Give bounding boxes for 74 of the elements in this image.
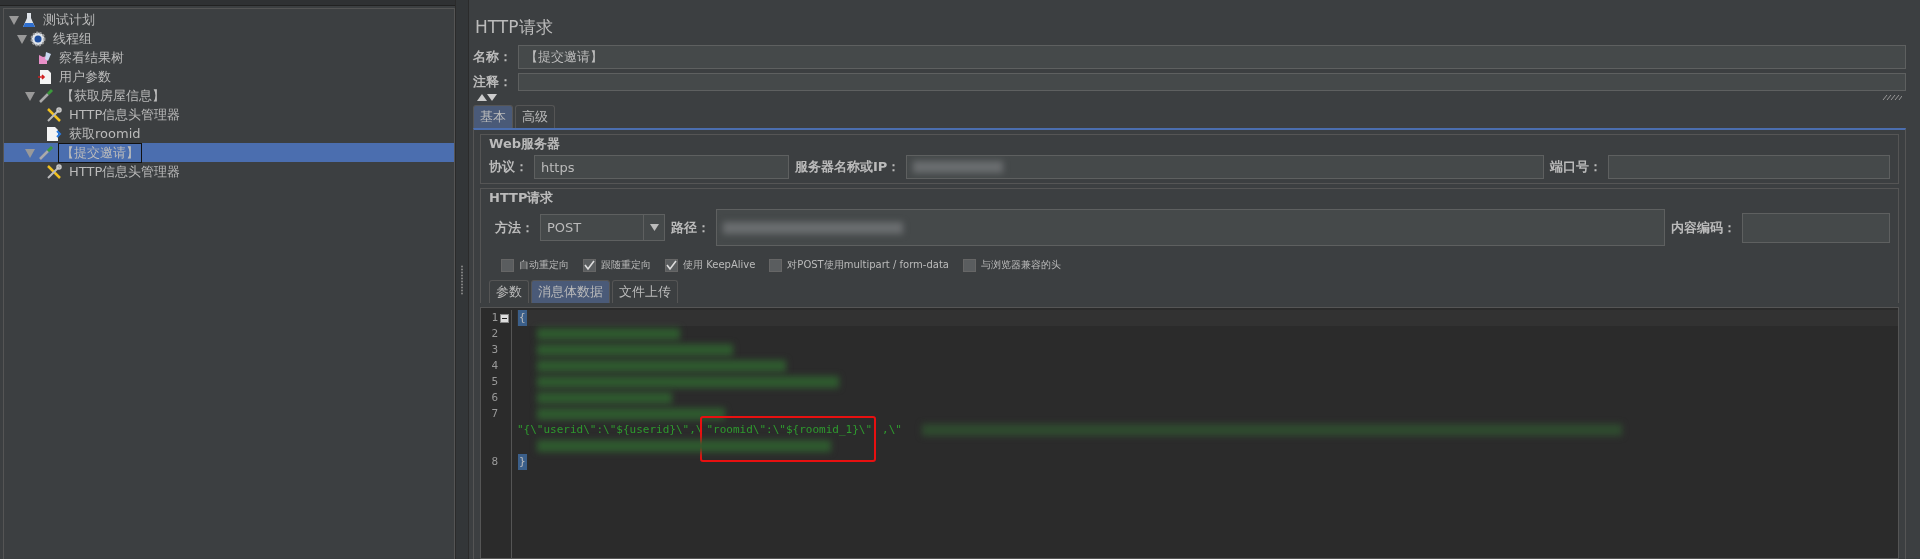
checkbox-label: 与浏览器兼容的头 [980, 258, 1061, 272]
checkbox[interactable] [769, 258, 783, 272]
tree-item[interactable]: HTTP信息头管理器 [66, 161, 184, 182]
name-label: 名称： [473, 48, 512, 66]
protocol-label: 协议： [489, 158, 528, 176]
path-field[interactable] [716, 209, 1665, 246]
pipette-icon [38, 144, 54, 161]
port-field[interactable] [1608, 155, 1890, 179]
pipette-icon [38, 87, 54, 104]
port-label: 端口号： [1550, 158, 1602, 176]
tree-item[interactable]: 线程组 [50, 28, 95, 49]
line-number: 6 [491, 390, 498, 406]
tree-item[interactable]: 获取roomid [66, 123, 144, 144]
code-line: "{\"userid\":\"${userid}\",\ [517, 422, 703, 438]
expand-toggle-icon[interactable] [16, 32, 28, 45]
tree-item[interactable]: 察看结果树 [56, 47, 127, 68]
expand-toggle-icon[interactable] [24, 89, 36, 102]
comment-field[interactable] [518, 73, 1906, 91]
gear-icon [30, 30, 46, 47]
expand-toggle-icon[interactable] [24, 146, 36, 159]
server-field[interactable] [906, 155, 1544, 179]
protocol-field[interactable]: https [534, 155, 789, 179]
document-arrow-icon [38, 68, 52, 85]
tree-item[interactable]: 用户参数 [56, 66, 114, 87]
tree-item[interactable]: 测试计划 [40, 9, 98, 30]
tab[interactable]: 文件上传 [612, 280, 678, 303]
line-number: 7 [491, 406, 498, 422]
document-arrow-icon [46, 125, 62, 142]
name-field[interactable]: 【提交邀请】 [518, 45, 1906, 69]
code-text: "roomid\":\"${roomid_1}\" [706, 423, 872, 436]
tree-item[interactable]: HTTP信息头管理器 [66, 104, 184, 125]
checkbox[interactable] [665, 258, 678, 272]
tree-item[interactable]: 【获取房屋信息】 [58, 85, 168, 106]
line-number: 2 [491, 326, 498, 342]
code-brace: } [518, 454, 527, 470]
method-label: 方法： [495, 218, 534, 237]
collapse-arrows-icon[interactable] [477, 93, 497, 101]
tab[interactable]: 参数 [489, 280, 529, 303]
tab[interactable]: 基本 [473, 105, 513, 128]
tools-icon [46, 163, 62, 180]
chart-icon [38, 50, 52, 65]
splitter-handle[interactable] [455, 0, 469, 559]
checkbox-label: 自动重定向 [519, 258, 569, 272]
code-brace: { [518, 310, 527, 326]
expand-toggle-icon[interactable] [8, 13, 20, 26]
code-text: ,\" [882, 422, 902, 438]
dropdown-caret-icon [649, 224, 659, 231]
encoding-field[interactable] [1742, 212, 1890, 243]
encoding-label: 内容编码： [1671, 218, 1736, 237]
server-label: 服务器名称或IP： [795, 158, 901, 176]
line-number: 4 [491, 358, 498, 374]
checkbox-label: 对POST使用multipart / form-data [787, 258, 949, 272]
line-number: 1 [491, 310, 498, 326]
line-number: 8 [491, 454, 498, 470]
group-title: Web服务器 [489, 135, 561, 153]
body-editor[interactable]: 1 2 3 4 5 6 7 8 { "{\"userid\":\"${userid}\",\ "roomid\":\"${roomid_1}\" ,\" } [480, 307, 1899, 559]
comment-label: 注释： [473, 73, 512, 91]
resize-grip-icon[interactable] [1882, 94, 1902, 100]
tools-icon [46, 106, 62, 123]
checkbox[interactable] [962, 258, 976, 272]
tab[interactable]: 高级 [515, 105, 555, 128]
checkbox-label: 跟随重定向 [601, 258, 651, 272]
flask-icon [22, 11, 36, 28]
checkbox[interactable] [583, 258, 596, 272]
tab[interactable]: 消息体数据 [531, 280, 610, 303]
checkbox-label: 使用 KeepAlive [683, 258, 756, 272]
path-label: 路径： [671, 218, 710, 237]
method-dropdown[interactable]: POST [540, 214, 665, 241]
group-title: HTTP请求 [489, 189, 555, 207]
panel-title: HTTP请求 [474, 16, 554, 39]
line-number: 5 [491, 374, 498, 390]
checkbox[interactable] [501, 258, 514, 272]
fold-icon[interactable] [500, 313, 509, 323]
line-number: 3 [491, 342, 498, 358]
